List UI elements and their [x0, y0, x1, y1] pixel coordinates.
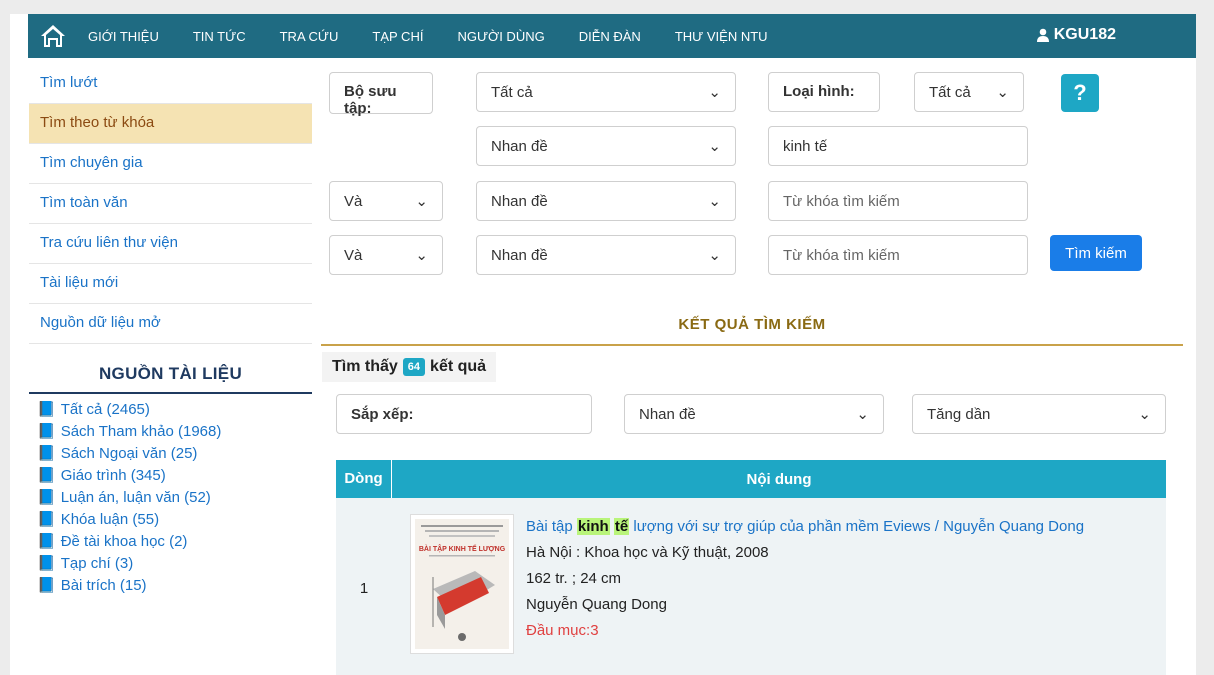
book-icon: 📘	[37, 401, 56, 418]
record-author: Nguyễn Quang Dong	[526, 596, 667, 613]
username: KGU182	[1053, 26, 1116, 43]
chevron-down-icon: ⌄	[996, 84, 1009, 101]
nav-tra-cuu[interactable]: TRA CỨU	[280, 29, 339, 44]
chevron-down-icon: ⌄	[708, 84, 721, 101]
col-content-header: Nội dung	[746, 470, 812, 488]
search-form: Bộ sưu tập: Tất cả ⌄ Loại hình: Tất cả ⌄ ?…	[321, 62, 1195, 296]
highlight-term: tế	[613, 518, 630, 535]
search-button[interactable]: Tìm kiếm	[1050, 235, 1142, 271]
sidebar-item-tim-toan-van[interactable]: Tìm toàn văn	[29, 184, 312, 224]
chevron-down-icon: ⌄	[856, 406, 869, 423]
type-label: Loại hình:	[768, 72, 880, 112]
keyword-input-2[interactable]: Từ khóa tìm kiếm	[768, 181, 1028, 221]
source-item[interactable]: 📘 Sách Ngoại văn (25)	[37, 443, 312, 465]
record-publisher: Hà Nội : Khoa học và Kỹ thuật, 2008	[526, 544, 769, 561]
sidebar: Tìm lướt Tìm theo từ khóa Tìm chuyên gia…	[29, 64, 312, 597]
nav-tap-chi[interactable]: TẠP CHÍ	[372, 29, 423, 44]
keyword-input-3[interactable]: Từ khóa tìm kiếm	[768, 235, 1028, 275]
row-content: BÀI TẬP KINH TẾ LƯỢNG Bài tập kinh tế lư…	[392, 498, 1166, 675]
sidebar-item-tim-theo-tu-khoa[interactable]: Tìm theo từ khóa	[29, 104, 312, 144]
record-physical: 162 tr. ; 24 cm	[526, 570, 622, 587]
book-icon: 📘	[37, 445, 56, 462]
sidebar-item-tim-luot[interactable]: Tìm lướt	[29, 64, 312, 104]
field-select-1[interactable]: Nhan đề ⌄	[476, 126, 736, 166]
source-item[interactable]: 📘 Sách Tham khảo (1968)	[37, 421, 312, 443]
home-icon[interactable]	[28, 14, 78, 58]
source-item[interactable]: 📘 Tạp chí (3)	[37, 553, 312, 575]
chevron-down-icon: ⌄	[708, 138, 721, 155]
collection-select[interactable]: Tất cả ⌄	[476, 72, 736, 112]
sidebar-item-nguon-du-lieu-mo[interactable]: Nguồn dữ liệu mở	[29, 304, 312, 344]
page: GIỚI THIỆU TIN TỨC TRA CỨU TẠP CHÍ NGƯỜI…	[10, 14, 1196, 675]
count-badge: 64	[402, 358, 426, 376]
top-navbar: GIỚI THIỆU TIN TỨC TRA CỨU TẠP CHÍ NGƯỜI…	[28, 14, 1196, 58]
source-item[interactable]: 📘 Luận án, luận văn (52)	[37, 487, 312, 509]
book-icon: 📘	[37, 555, 56, 572]
book-icon: 📘	[37, 511, 56, 528]
record-info: Bài tập kinh tế lượng với sự trợ giúp củ…	[526, 514, 1160, 675]
results-table: Dòng Nội dung 1 BÀI TẬP KINH TẾ LƯỢNG Bà…	[336, 460, 1166, 675]
chevron-down-icon: ⌄	[1138, 406, 1151, 423]
sources-list: 📘 Tất cả (2465) 📘 Sách Tham khảo (1968) 📘 S…	[29, 394, 312, 597]
source-item[interactable]: 📘 Bài trích (15)	[37, 575, 312, 597]
col-row-header: Dòng	[336, 460, 392, 498]
sort-field-select[interactable]: Nhan đề ⌄	[624, 394, 884, 434]
operator-select-2[interactable]: Và ⌄	[329, 181, 443, 221]
source-item[interactable]: 📘 Tất cả (2465)	[37, 399, 312, 421]
source-item[interactable]: 📘 Đề tài khoa học (2)	[37, 531, 312, 553]
sort-order-select[interactable]: Tăng dần ⌄	[912, 394, 1166, 434]
operator-select-3[interactable]: Và ⌄	[329, 235, 443, 275]
help-button[interactable]: ?	[1061, 74, 1099, 112]
type-select[interactable]: Tất cả ⌄	[914, 72, 1024, 112]
nav-tin-tuc[interactable]: TIN TỨC	[193, 29, 246, 44]
table-row: 1 BÀI TẬP KINH TẾ LƯỢNG Bài tập kinh tế …	[336, 498, 1166, 675]
book-icon: 📘	[37, 533, 56, 550]
table-header: Dòng Nội dung	[336, 460, 1166, 498]
collection-label: Bộ sưu tập:	[329, 72, 433, 117]
source-item[interactable]: 📘 Giáo trình (345)	[37, 465, 312, 487]
highlight-term: kinh	[576, 518, 610, 535]
book-cover-image[interactable]: BÀI TẬP KINH TẾ LƯỢNG	[410, 514, 514, 654]
nav-dien-dan[interactable]: DIỄN ĐÀN	[579, 29, 641, 44]
field-select-2[interactable]: Nhan đề ⌄	[476, 181, 736, 221]
sort-label: Sắp xếp:	[336, 394, 592, 434]
user-icon	[1036, 28, 1049, 42]
nav-gioi-thieu[interactable]: GIỚI THIỆU	[88, 29, 159, 44]
chevron-down-icon: ⌄	[708, 247, 721, 264]
field-select-3[interactable]: Nhan đề ⌄	[476, 235, 736, 275]
user-menu[interactable]: KGU182	[1036, 26, 1116, 44]
keyword-input-1[interactable]: kinh tế	[768, 126, 1028, 166]
chevron-down-icon: ⌄	[415, 247, 428, 264]
book-icon: 📘	[37, 467, 56, 484]
book-icon: 📘	[37, 577, 56, 594]
result-count: Tìm thấy 64 kết quả	[322, 352, 497, 382]
sources-title: NGUỒN TÀI LIỆU	[29, 352, 312, 394]
nav-nguoi-dung[interactable]: NGƯỜI DÙNG	[457, 29, 544, 44]
book-icon: 📘	[37, 423, 56, 440]
record-title-link[interactable]: Bài tập kinh tế lượng với sự trợ giúp củ…	[526, 514, 1160, 540]
nav-thu-vien-ntu[interactable]: THƯ VIỆN NTU	[675, 29, 768, 44]
chevron-down-icon: ⌄	[415, 193, 428, 210]
sidebar-item-tai-lieu-moi[interactable]: Tài liệu mới	[29, 264, 312, 304]
book-icon: 📘	[37, 489, 56, 506]
results-title: KẾT QUẢ TÌM KIẾM	[321, 304, 1183, 346]
sidebar-item-tim-chuyen-gia[interactable]: Tìm chuyên gia	[29, 144, 312, 184]
row-number: 1	[359, 579, 369, 597]
sidebar-item-tra-cuu-lien-thu-vien[interactable]: Tra cứu liên thư viện	[29, 224, 312, 264]
record-items-count[interactable]: Đầu mục:3	[526, 618, 1160, 644]
chevron-down-icon: ⌄	[708, 193, 721, 210]
source-item[interactable]: 📘 Khóa luận (55)	[37, 509, 312, 531]
